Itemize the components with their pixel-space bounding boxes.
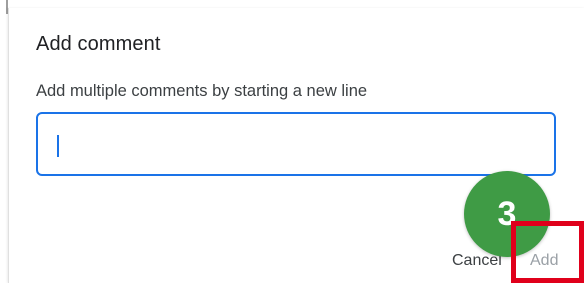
dialog-hint: Add multiple comments by starting a new … [36, 82, 368, 100]
add-comment-dialog: Add comment Add multiple comments by sta… [8, 8, 584, 283]
text-caret [57, 135, 59, 157]
comment-input[interactable] [36, 112, 556, 176]
highlight-box [511, 221, 584, 283]
dialog-title: Add comment [36, 33, 161, 55]
page: Add comment Add multiple comments by sta… [0, 0, 584, 283]
